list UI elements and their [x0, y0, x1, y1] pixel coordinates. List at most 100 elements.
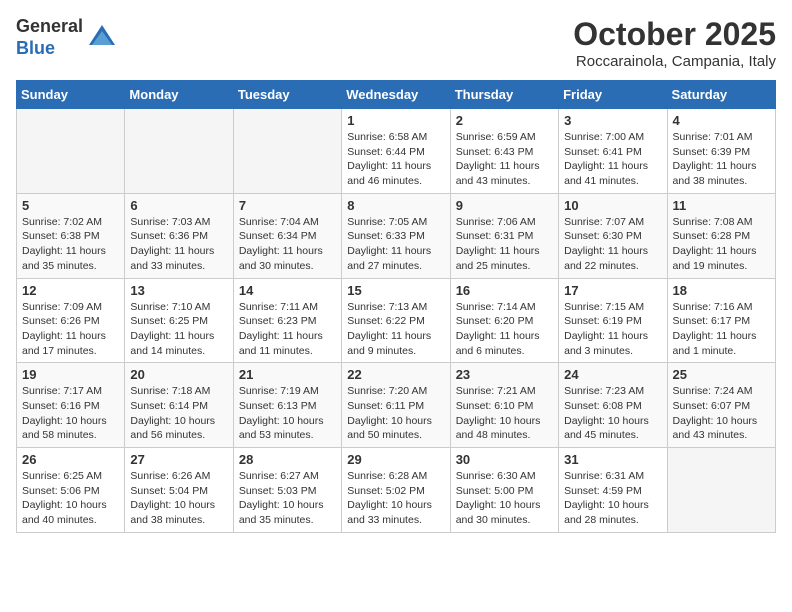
day-number: 7 [239, 198, 336, 213]
calendar-cell: 13Sunrise: 7:10 AM Sunset: 6:25 PM Dayli… [125, 278, 233, 363]
day-number: 30 [456, 452, 553, 467]
calendar-cell: 21 Sunrise: 7:19 AM Sunset: 6:13 PM Dayli… [233, 363, 341, 448]
day-number: 13 [130, 283, 227, 298]
day-info: Sunrise: 7:21 AM Sunset: 6:10 PM Dayligh… [456, 384, 553, 443]
day-info: Sunrise: 7:16 AM Sunset: 6:17 PM Dayligh… [673, 300, 770, 359]
day-of-week-header: Tuesday [233, 81, 341, 109]
day-number: 26 [22, 452, 119, 467]
calendar-cell: 25Sunrise: 7:24 AM Sunset: 6:07 PM Dayli… [667, 363, 775, 448]
day-info: Sunrise: 7:04 AM Sunset: 6:34 PM Dayligh… [239, 215, 336, 274]
day-number: 6 [130, 198, 227, 213]
day-number: 5 [22, 198, 119, 213]
calendar-cell: 17Sunrise: 7:15 AM Sunset: 6:19 PM Dayli… [559, 278, 667, 363]
calendar-cell: 7 Sunrise: 7:04 AM Sunset: 6:34 PM Daylig… [233, 193, 341, 278]
logo: General Blue [16, 16, 117, 59]
calendar-cell: 9 Sunrise: 7:06 AM Sunset: 6:31 PM Daylig… [450, 193, 558, 278]
day-number: 12 [22, 283, 119, 298]
calendar-cell: 28 Sunrise: 6:27 AM Sunset: 5:03 PM Dayli… [233, 448, 341, 533]
calendar-cell: 16 Sunrise: 7:14 AM Sunset: 6:20 PM Dayli… [450, 278, 558, 363]
day-number: 21 [239, 367, 336, 382]
day-number: 16 [456, 283, 553, 298]
day-number: 20 [130, 367, 227, 382]
calendar-cell: 4 Sunrise: 7:01 AM Sunset: 6:39 PM Daylig… [667, 109, 775, 194]
calendar-cell: 11Sunrise: 7:08 AM Sunset: 6:28 PM Dayli… [667, 193, 775, 278]
logo-general-text: General [16, 16, 83, 38]
calendar-cell: 24 Sunrise: 7:23 AM Sunset: 6:08 PM Dayli… [559, 363, 667, 448]
day-info: Sunrise: 7:09 AM Sunset: 6:26 PM Dayligh… [22, 300, 119, 359]
day-of-week-header: Monday [125, 81, 233, 109]
calendar-cell [233, 109, 341, 194]
day-info: Sunrise: 7:23 AM Sunset: 6:08 PM Dayligh… [564, 384, 661, 443]
day-info: Sunrise: 7:07 AM Sunset: 6:30 PM Dayligh… [564, 215, 661, 274]
day-info: Sunrise: 7:03 AM Sunset: 6:36 PM Dayligh… [130, 215, 227, 274]
calendar-cell [125, 109, 233, 194]
location-text: Roccarainola, Campania, Italy [573, 53, 776, 70]
day-of-week-header: Wednesday [342, 81, 450, 109]
day-info: Sunrise: 7:13 AM Sunset: 6:22 PM Dayligh… [347, 300, 444, 359]
calendar-cell: 27 Sunrise: 6:26 AM Sunset: 5:04 PM Dayli… [125, 448, 233, 533]
day-info: Sunrise: 7:00 AM Sunset: 6:41 PM Dayligh… [564, 130, 661, 189]
day-info: Sunrise: 7:02 AM Sunset: 6:38 PM Dayligh… [22, 215, 119, 274]
day-number: 31 [564, 452, 661, 467]
day-number: 4 [673, 113, 770, 128]
calendar-week-row: 1Sunrise: 6:58 AM Sunset: 6:44 PM Daylig… [17, 109, 776, 194]
page-header: General Blue October 2025 Roccarainola, … [16, 16, 776, 70]
day-info: Sunrise: 6:30 AM Sunset: 5:00 PM Dayligh… [456, 469, 553, 528]
day-number: 17 [564, 283, 661, 298]
calendar-week-row: 5 Sunrise: 7:02 AM Sunset: 6:38 PM Daylig… [17, 193, 776, 278]
day-info: Sunrise: 7:18 AM Sunset: 6:14 PM Dayligh… [130, 384, 227, 443]
day-info: Sunrise: 6:31 AM Sunset: 4:59 PM Dayligh… [564, 469, 661, 528]
day-number: 27 [130, 452, 227, 467]
day-of-week-header: Friday [559, 81, 667, 109]
calendar-cell: 31 Sunrise: 6:31 AM Sunset: 4:59 PM Dayli… [559, 448, 667, 533]
calendar-cell: 26 Sunrise: 6:25 AM Sunset: 5:06 PM Dayli… [17, 448, 125, 533]
day-number: 24 [564, 367, 661, 382]
calendar-cell: 10 Sunrise: 7:07 AM Sunset: 6:30 PM Dayli… [559, 193, 667, 278]
day-number: 18 [673, 283, 770, 298]
day-number: 14 [239, 283, 336, 298]
calendar-cell: 3 Sunrise: 7:00 AM Sunset: 6:41 PM Daylig… [559, 109, 667, 194]
logo-blue-text: Blue [16, 38, 83, 60]
day-number: 28 [239, 452, 336, 467]
day-info: Sunrise: 7:05 AM Sunset: 6:33 PM Dayligh… [347, 215, 444, 274]
calendar-cell [17, 109, 125, 194]
day-info: Sunrise: 7:17 AM Sunset: 6:16 PM Dayligh… [22, 384, 119, 443]
day-number: 10 [564, 198, 661, 213]
title-section: October 2025 Roccarainola, Campania, Ita… [573, 16, 776, 70]
day-of-week-header: Thursday [450, 81, 558, 109]
day-info: Sunrise: 7:11 AM Sunset: 6:23 PM Dayligh… [239, 300, 336, 359]
calendar-week-row: 19Sunrise: 7:17 AM Sunset: 6:16 PM Dayli… [17, 363, 776, 448]
calendar-cell: 30 Sunrise: 6:30 AM Sunset: 5:00 PM Dayli… [450, 448, 558, 533]
month-title: October 2025 [573, 16, 776, 53]
calendar-cell: 22Sunrise: 7:20 AM Sunset: 6:11 PM Dayli… [342, 363, 450, 448]
day-number: 3 [564, 113, 661, 128]
day-number: 9 [456, 198, 553, 213]
day-info: Sunrise: 6:59 AM Sunset: 6:43 PM Dayligh… [456, 130, 553, 189]
day-number: 15 [347, 283, 444, 298]
calendar-cell: 23Sunrise: 7:21 AM Sunset: 6:10 PM Dayli… [450, 363, 558, 448]
calendar-cell: 29Sunrise: 6:28 AM Sunset: 5:02 PM Dayli… [342, 448, 450, 533]
day-info: Sunrise: 7:14 AM Sunset: 6:20 PM Dayligh… [456, 300, 553, 359]
calendar-cell: 6 Sunrise: 7:03 AM Sunset: 6:36 PM Daylig… [125, 193, 233, 278]
calendar-cell: 20 Sunrise: 7:18 AM Sunset: 6:14 PM Dayli… [125, 363, 233, 448]
day-number: 2 [456, 113, 553, 128]
logo-icon [87, 23, 117, 53]
calendar-cell: 8Sunrise: 7:05 AM Sunset: 6:33 PM Daylig… [342, 193, 450, 278]
calendar-cell: 12 Sunrise: 7:09 AM Sunset: 6:26 PM Dayli… [17, 278, 125, 363]
day-number: 25 [673, 367, 770, 382]
day-info: Sunrise: 7:01 AM Sunset: 6:39 PM Dayligh… [673, 130, 770, 189]
day-of-week-header: Saturday [667, 81, 775, 109]
day-info: Sunrise: 6:26 AM Sunset: 5:04 PM Dayligh… [130, 469, 227, 528]
calendar-cell: 5 Sunrise: 7:02 AM Sunset: 6:38 PM Daylig… [17, 193, 125, 278]
day-info: Sunrise: 7:06 AM Sunset: 6:31 PM Dayligh… [456, 215, 553, 274]
day-info: Sunrise: 6:25 AM Sunset: 5:06 PM Dayligh… [22, 469, 119, 528]
calendar-cell: 19Sunrise: 7:17 AM Sunset: 6:16 PM Dayli… [17, 363, 125, 448]
day-of-week-header: Sunday [17, 81, 125, 109]
calendar-cell [667, 448, 775, 533]
calendar-cell: 18 Sunrise: 7:16 AM Sunset: 6:17 PM Dayli… [667, 278, 775, 363]
day-info: Sunrise: 7:19 AM Sunset: 6:13 PM Dayligh… [239, 384, 336, 443]
day-number: 22 [347, 367, 444, 382]
calendar-cell: 2 Sunrise: 6:59 AM Sunset: 6:43 PM Daylig… [450, 109, 558, 194]
calendar-cell: 1Sunrise: 6:58 AM Sunset: 6:44 PM Daylig… [342, 109, 450, 194]
day-info: Sunrise: 6:27 AM Sunset: 5:03 PM Dayligh… [239, 469, 336, 528]
